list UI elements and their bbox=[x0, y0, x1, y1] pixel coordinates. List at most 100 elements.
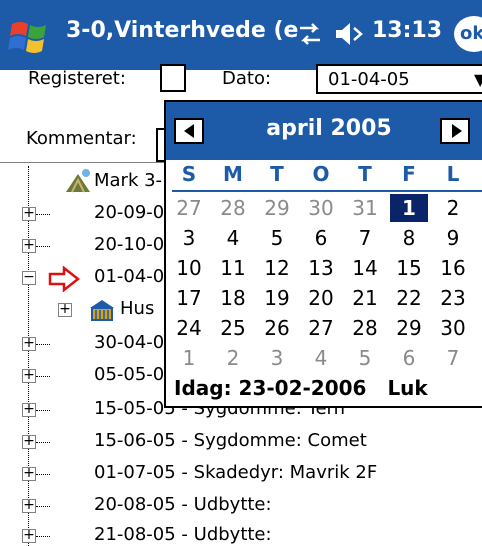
volume-icon[interactable] bbox=[334, 20, 364, 48]
calendar-day[interactable]: 5 bbox=[346, 344, 384, 372]
calendar-day[interactable]: 30 bbox=[302, 194, 340, 222]
tree-item-label: 21-08-05 - Udbytte: bbox=[94, 524, 272, 545]
expand-icon[interactable]: + bbox=[22, 498, 36, 513]
tree-connector bbox=[36, 376, 50, 377]
connectivity-icon[interactable] bbox=[296, 20, 324, 48]
calendar-day[interactable]: 7 bbox=[434, 344, 472, 372]
expand-icon[interactable]: + bbox=[22, 434, 36, 449]
tree-connector bbox=[36, 214, 50, 215]
calendar-day[interactable]: 29 bbox=[390, 314, 428, 342]
expand-icon[interactable]: + bbox=[22, 206, 36, 221]
window-title: 3-0,Vinterhvede (e bbox=[66, 18, 299, 43]
building-icon bbox=[90, 300, 114, 321]
expand-icon[interactable]: + bbox=[22, 466, 36, 481]
calendar-popup: april 2005 S M T O T F L 27 28 29 30 31 … bbox=[164, 100, 482, 408]
calendar-day[interactable]: 13 bbox=[302, 254, 340, 282]
tree-connector bbox=[36, 536, 50, 537]
weekday-label: T bbox=[358, 162, 372, 186]
calendar-day[interactable]: 7 bbox=[346, 224, 384, 252]
tree-item-label: 05-05-0 bbox=[94, 364, 165, 385]
calendar-day[interactable]: 4 bbox=[214, 224, 252, 252]
date-dropdown[interactable]: 01-04-05 ▼ bbox=[316, 64, 482, 94]
weekday-label: O bbox=[312, 162, 330, 186]
calendar-day[interactable]: 1 bbox=[170, 344, 208, 372]
tree-connector bbox=[36, 474, 50, 475]
tree-connector bbox=[36, 442, 50, 443]
calendar-day[interactable]: 9 bbox=[434, 224, 472, 252]
tree-item-label: Mark 3- bbox=[94, 170, 163, 191]
expand-icon[interactable]: + bbox=[22, 336, 36, 351]
tree-item-label: 01-04-0 bbox=[94, 266, 165, 287]
calendar-day[interactable]: 10 bbox=[170, 254, 208, 282]
calendar-day[interactable]: 18 bbox=[214, 284, 252, 312]
calendar-day[interactable]: 14 bbox=[346, 254, 384, 282]
tree-item-label: 20-09-0 bbox=[94, 202, 165, 223]
tree-item-label: 30-04-0 bbox=[94, 332, 165, 353]
calendar-divider bbox=[172, 190, 482, 192]
collapse-icon[interactable]: − bbox=[22, 270, 36, 285]
calendar-day[interactable]: 19 bbox=[258, 284, 296, 312]
calendar-day[interactable]: 2 bbox=[214, 344, 252, 372]
calendar-day[interactable]: 6 bbox=[390, 344, 428, 372]
ok-button[interactable]: ok bbox=[454, 16, 482, 52]
calendar-day[interactable]: 23 bbox=[434, 284, 472, 312]
calendar-day[interactable]: 11 bbox=[214, 254, 252, 282]
calendar-day[interactable]: 20 bbox=[302, 284, 340, 312]
tree-item-label: 15-06-05 - Sygdomme: Comet bbox=[94, 430, 367, 451]
calendar-day[interactable]: 2 bbox=[434, 194, 472, 222]
calendar-day[interactable]: 6 bbox=[302, 224, 340, 252]
expand-icon[interactable]: + bbox=[22, 528, 36, 543]
tree-connector bbox=[36, 506, 50, 507]
chevron-down-icon[interactable]: ▼ bbox=[474, 70, 482, 89]
calendar-day[interactable]: 28 bbox=[214, 194, 252, 222]
calendar-day[interactable]: 22 bbox=[390, 284, 428, 312]
tree-item-label: 20-10-0 bbox=[94, 234, 165, 255]
calendar-day[interactable]: 17 bbox=[170, 284, 208, 312]
expand-icon[interactable]: + bbox=[22, 368, 36, 383]
calendar-day[interactable]: 25 bbox=[214, 314, 252, 342]
calendar-day[interactable]: 27 bbox=[170, 194, 208, 222]
tree-item-label: 20-08-05 - Udbytte: bbox=[94, 494, 272, 515]
tree-connector bbox=[36, 410, 50, 411]
calendar-day[interactable]: 3 bbox=[170, 224, 208, 252]
month-label: april 2005 bbox=[266, 116, 392, 141]
calendar-day[interactable]: 5 bbox=[258, 224, 296, 252]
expand-icon[interactable]: + bbox=[22, 238, 36, 253]
calendar-day[interactable]: 3 bbox=[258, 344, 296, 372]
calendar-day[interactable]: 27 bbox=[302, 314, 340, 342]
field-icon bbox=[66, 169, 90, 193]
calendar-day[interactable]: 26 bbox=[258, 314, 296, 342]
tree-connector bbox=[36, 344, 50, 345]
calendar-day[interactable]: 12 bbox=[258, 254, 296, 282]
calendar-day[interactable]: 4 bbox=[302, 344, 340, 372]
tree-row[interactable]: + 21-08-05 - Udbytte: bbox=[0, 522, 482, 546]
calendar-day[interactable]: 28 bbox=[346, 314, 384, 342]
today-link[interactable]: Idag: 23-02-2006 bbox=[174, 376, 366, 400]
calendar-day[interactable]: 15 bbox=[390, 254, 428, 282]
registeret-checkbox[interactable] bbox=[160, 64, 186, 92]
expand-icon[interactable]: + bbox=[22, 402, 36, 417]
dato-label: Dato: bbox=[222, 68, 272, 89]
calendar-day[interactable]: 30 bbox=[434, 314, 472, 342]
date-value: 01-04-05 bbox=[328, 69, 410, 90]
calendar-day[interactable]: 29 bbox=[258, 194, 296, 222]
calendar-day[interactable]: 21 bbox=[346, 284, 384, 312]
next-month-button[interactable] bbox=[440, 118, 470, 144]
arrow-right-icon bbox=[452, 124, 462, 138]
expand-icon[interactable]: + bbox=[58, 302, 72, 317]
close-calendar-button[interactable]: Luk bbox=[387, 376, 427, 400]
weekday-label: L bbox=[446, 162, 460, 186]
windows-start-icon[interactable] bbox=[8, 16, 56, 56]
arrow-right-icon bbox=[48, 266, 81, 292]
tree-connector bbox=[36, 246, 50, 247]
calendar-day[interactable]: 16 bbox=[434, 254, 472, 282]
calendar-day-selected[interactable]: 1 bbox=[390, 194, 428, 222]
kommentar-label: Kommentar: bbox=[26, 128, 137, 149]
weekday-label: F bbox=[402, 162, 416, 186]
calendar-day[interactable]: 8 bbox=[390, 224, 428, 252]
tree-row[interactable]: + 15-06-05 - Sygdomme: Comet bbox=[0, 428, 482, 456]
calendar-day[interactable]: 24 bbox=[170, 314, 208, 342]
tree-row[interactable]: + 01-07-05 - Skadedyr: Mavrik 2F bbox=[0, 460, 482, 488]
tree-row[interactable]: + 20-08-05 - Udbytte: bbox=[0, 492, 482, 520]
calendar-day[interactable]: 31 bbox=[346, 194, 384, 222]
